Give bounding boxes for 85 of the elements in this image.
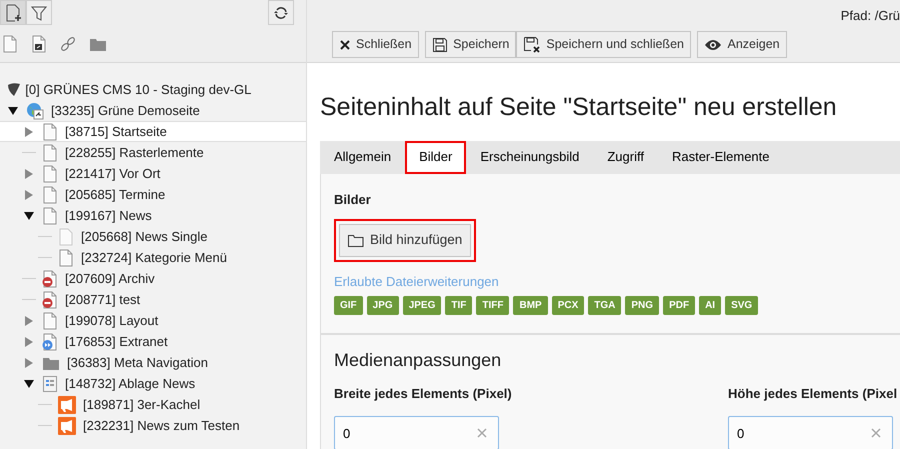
page-icon (42, 122, 58, 140)
page-icon (58, 248, 74, 266)
save-close-button[interactable]: Speichern und schließen (516, 31, 691, 58)
file-type-tag: PNG (625, 296, 660, 314)
tree-item[interactable]: [205668] News Single (0, 226, 306, 247)
disabled-page-icon (42, 290, 58, 308)
link-icon[interactable] (60, 36, 76, 52)
shortcut-page-icon[interactable] (31, 35, 47, 53)
expanded-icon[interactable] (8, 106, 18, 116)
tree-item[interactable]: [199167] News (0, 205, 306, 226)
section-heading: Medienanpassungen (334, 348, 502, 372)
field-label: Höhe jedes Elements (Pixel (728, 384, 898, 403)
collapsed-icon[interactable] (24, 190, 34, 200)
filter-icon (31, 4, 47, 20)
new-page-icon (5, 4, 21, 22)
file-type-tag: BMP (513, 296, 548, 314)
collapsed-icon[interactable] (24, 336, 34, 346)
file-type-tag: TGA (588, 296, 622, 314)
collapsed-icon[interactable] (24, 316, 34, 326)
filter-button[interactable] (26, 0, 52, 25)
folder-icon[interactable] (89, 36, 107, 52)
tree-item[interactable]: [205685] Termine (0, 184, 306, 205)
tree-item[interactable]: [199078] Layout (0, 310, 306, 331)
field-label: Breite jedes Elements (Pixel) (334, 384, 513, 403)
expanded-icon[interactable] (24, 210, 34, 220)
tree-item[interactable]: [221417] Vor Ort (0, 163, 306, 184)
tree-item[interactable]: [148732] Ablage News (0, 373, 306, 394)
folder-icon (348, 234, 364, 247)
collapsed-icon[interactable] (24, 126, 34, 136)
save-icon (432, 36, 448, 52)
file-type-tag: PDF (663, 296, 696, 314)
expanded-icon[interactable] (24, 378, 34, 388)
close-icon (339, 38, 351, 50)
refresh-icon (273, 4, 289, 20)
clear-icon[interactable] (477, 428, 487, 438)
section-label: Bilder (334, 190, 372, 208)
file-type-tag: GIF (334, 296, 363, 314)
tab[interactable]: Bilder (405, 140, 466, 174)
page-icon (42, 206, 58, 224)
tree-item[interactable]: [38715] Startseite (0, 121, 306, 142)
add-image-button[interactable]: Bild hinzufügen (339, 224, 472, 257)
tree-item[interactable]: [232231] News zum Testen (0, 415, 306, 436)
site-icon (26, 102, 44, 120)
save-close-icon (523, 36, 542, 53)
tree-item[interactable]: [208771] test (0, 289, 306, 310)
file-type-tag: SVG (725, 296, 758, 314)
page-icon (42, 312, 58, 330)
file-type-tag: PCX (552, 296, 584, 314)
page-icon (42, 186, 58, 204)
page-icon (42, 164, 58, 182)
file-type-tag: JPEG (402, 296, 442, 314)
file-type-tag: AI (699, 296, 722, 314)
page-icon (42, 144, 58, 162)
page-title: Seiteninhalt auf Seite "Startseite" neu erstellen (320, 92, 838, 123)
tree-item[interactable]: [33235] Grüne Demoseite (0, 100, 306, 121)
tree-item[interactable]: [228255] Rasterlemente (0, 142, 306, 163)
new-page-button[interactable] (0, 0, 26, 25)
path-label: Pfad: /Grü (840, 7, 900, 25)
tree-item[interactable]: [189871] 3er-Kachel (0, 394, 306, 415)
eye-icon (704, 38, 722, 50)
close-button[interactable]: Schließen (332, 31, 419, 58)
cms-logo-icon (6, 82, 22, 98)
tree-item[interactable]: [232724] Kategorie Menü (0, 247, 306, 268)
number-input-field[interactable]: 0 (334, 416, 499, 449)
shortcut-page-icon (42, 332, 58, 350)
tree-item[interactable]: [36383] Meta Navigation (0, 352, 306, 373)
tree-item[interactable]: [207609] Archiv (0, 268, 306, 289)
clear-icon[interactable] (871, 428, 881, 438)
megaphone-icon (58, 416, 76, 434)
file-type-tag: JPG (366, 296, 399, 314)
refresh-button[interactable] (268, 0, 294, 25)
tree-item[interactable]: [176853] Extranet (0, 331, 306, 352)
page-icon[interactable] (2, 35, 18, 53)
collapsed-icon[interactable] (24, 168, 34, 178)
page-icon (58, 228, 74, 246)
file-type-tag: TIFF (476, 296, 510, 314)
number-input-field[interactable]: 0 (728, 416, 893, 449)
tree-root-label[interactable]: [0] GRÜNES CMS 10 - Staging dev-GL (25, 80, 252, 100)
eye-button[interactable]: Anzeigen (697, 31, 787, 58)
collapsed-icon[interactable] (24, 358, 34, 368)
megaphone-icon (58, 396, 76, 414)
file-type-tag: TIF (445, 296, 472, 314)
save-button[interactable]: Speichern (425, 31, 516, 58)
list-folder-icon (42, 374, 58, 392)
disabled-page-icon (42, 270, 58, 288)
